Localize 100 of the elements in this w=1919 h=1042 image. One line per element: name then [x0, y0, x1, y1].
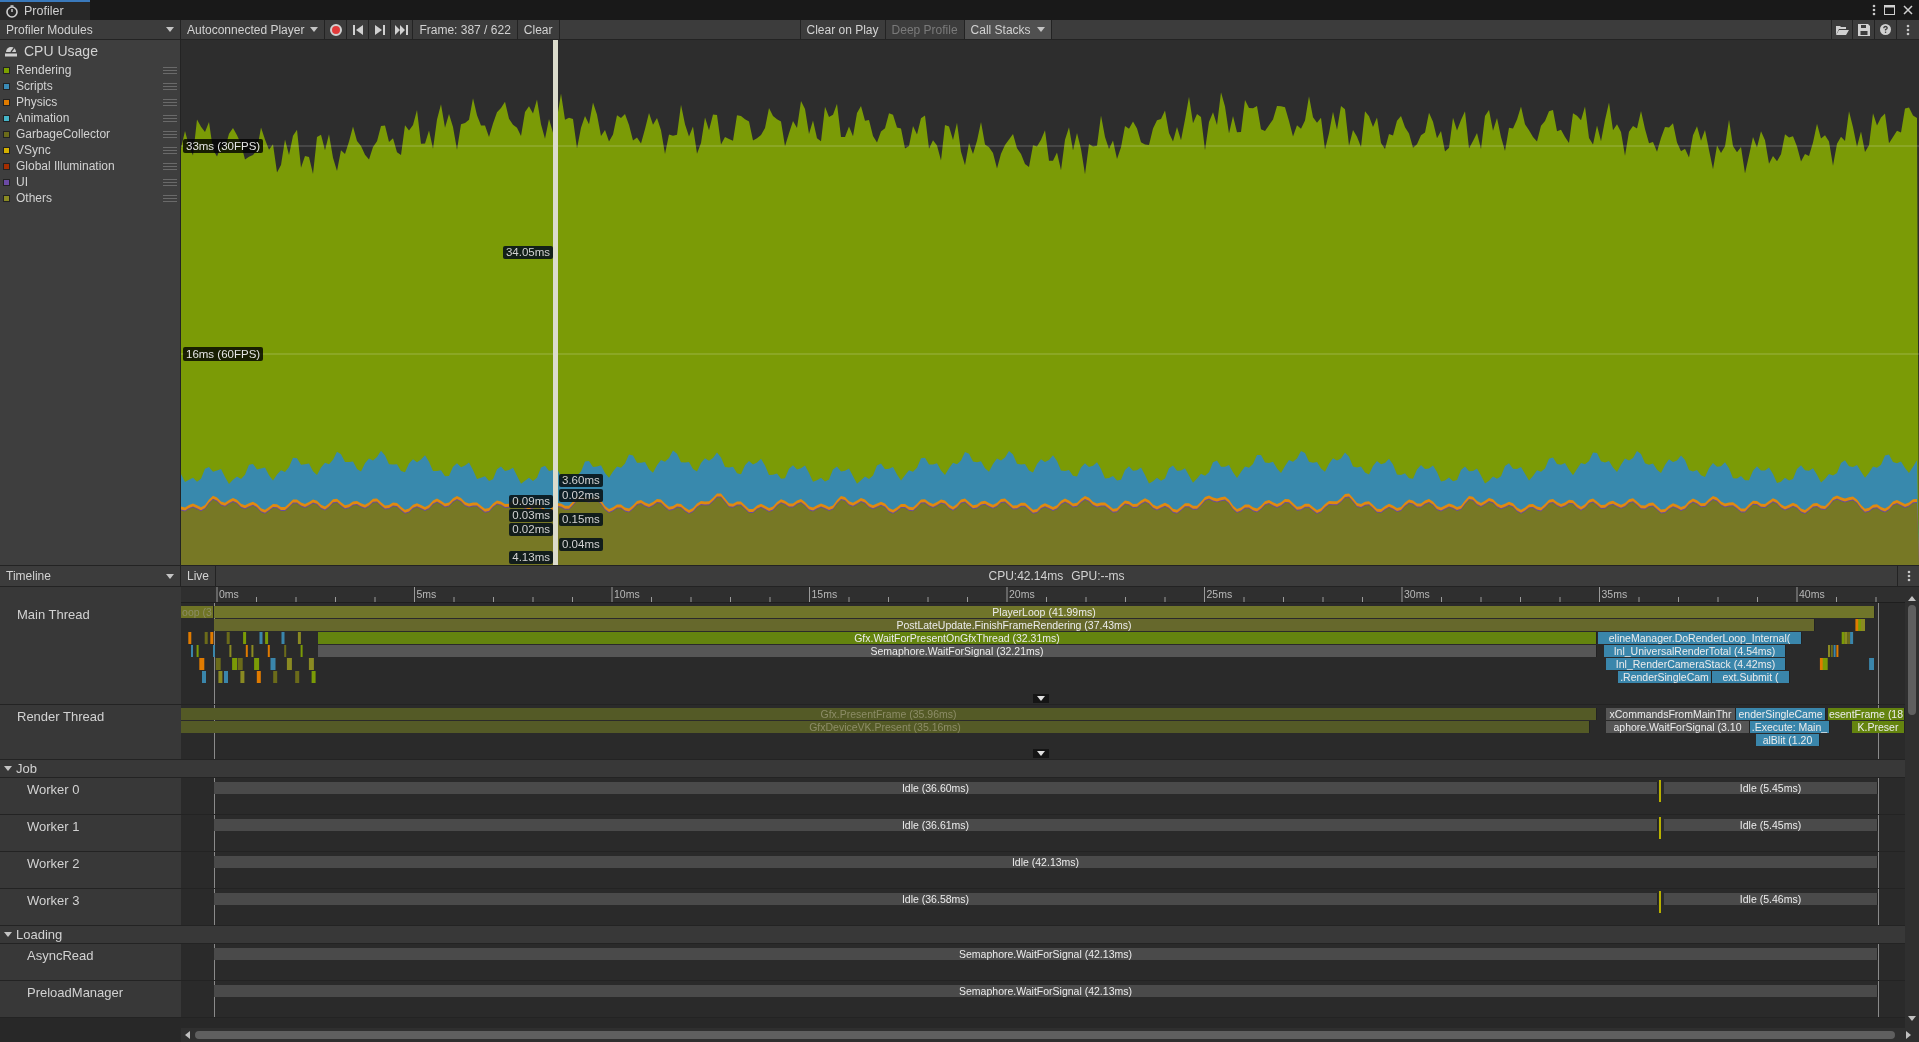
stopwatch-icon — [6, 4, 20, 18]
thread-name: Worker 0 — [27, 782, 80, 797]
sample-bar[interactable]: Idle (42.13ms) — [214, 856, 1878, 868]
toggle-button[interactable]: Call Stacks — [964, 20, 1052, 39]
thread-name: AsyncRead — [27, 948, 94, 963]
legend-label[interactable]: Physics — [16, 95, 58, 109]
sample-bar[interactable]: Idle (36.61ms) — [214, 819, 1658, 831]
caret-icon — [166, 27, 174, 32]
more-menu-icon — [1906, 23, 1910, 36]
sample-bar[interactable]: Idle (36.58ms) — [214, 893, 1658, 905]
legend-label[interactable]: Global Illumination — [16, 159, 115, 173]
caret-icon — [310, 27, 319, 32]
sample-bar[interactable]: Idle (5.45ms) — [1664, 819, 1878, 831]
caret-icon — [4, 932, 12, 937]
cursor-value-label: 0.09ms — [509, 495, 553, 508]
expand-icon[interactable] — [1033, 749, 1049, 758]
sample-bar[interactable]: Semaphore.WaitForSignal (42.13ms) — [214, 948, 1878, 960]
sample-bar[interactable]: Idle (5.46ms) — [1664, 893, 1878, 905]
sample-bar[interactable]: esentFrame (18 — [1828, 708, 1905, 720]
cursor-value-label: 4.13ms — [509, 551, 553, 564]
cursor-value-label: 0.04ms — [559, 538, 603, 551]
thread-name: Worker 1 — [27, 819, 80, 834]
reference-line-label: 33ms (30FPS) — [183, 139, 264, 153]
ruler-label: 5ms — [416, 588, 437, 600]
sample-bar[interactable]: .RenderSingleCam — [1618, 671, 1712, 683]
legend-label[interactable]: GarbageCollector — [16, 127, 111, 141]
thread-name: Render Thread — [17, 709, 105, 724]
cursor-value-label: 0.02ms — [509, 523, 553, 536]
drag-handle-icon[interactable] — [163, 66, 177, 74]
thread-group[interactable]: Job — [0, 760, 1905, 778]
cursor-value-label: 3.60ms — [559, 474, 603, 487]
window-tab[interactable]: Profiler — [0, 0, 90, 20]
sample-slivers-drawing — [1818, 619, 1874, 671]
module-title: CPU Usage — [24, 43, 98, 59]
sample-bar[interactable]: PostLateUpdate.FinishFrameRendering (37.43ms) — [214, 619, 1815, 631]
expand-icon[interactable] — [1033, 694, 1049, 703]
drag-handle-icon[interactable] — [163, 178, 177, 186]
cursor-value-label: 0.03ms — [509, 509, 553, 522]
more-menu-icon — [1906, 570, 1911, 582]
cpu-time: CPU:42.14ms — [988, 569, 1064, 583]
ruler-label: 30ms — [1404, 588, 1430, 600]
legend-label[interactable]: Others — [16, 191, 52, 205]
vertical-scrollbar[interactable] — [1905, 587, 1919, 1028]
more-menu-icon[interactable] — [1872, 4, 1876, 16]
drag-handle-icon[interactable] — [163, 130, 177, 138]
sample-bar[interactable]: ext.Submit ( — [1712, 671, 1790, 683]
thread-name: PreloadManager — [27, 985, 124, 1000]
sample-bar[interactable]: alBlit (1.20 — [1756, 734, 1820, 746]
close-icon[interactable] — [1903, 5, 1913, 15]
sample-bar[interactable]: .Execute: Main_ — [1750, 721, 1830, 733]
gpu-time: GPU:--ms — [1071, 569, 1125, 583]
cursor-value-label: 34.05ms — [502, 246, 553, 259]
reference-line-label: 16ms (60FPS) — [183, 347, 264, 361]
drag-handle-icon[interactable] — [163, 98, 177, 106]
thread-name: Main Thread — [17, 607, 90, 622]
sample-bar[interactable]: aphore.WaitForSignal (3.10 — [1606, 721, 1750, 733]
sample-bar[interactable]: Idle (36.60ms) — [214, 782, 1658, 794]
sample-bar[interactable]: PlayerLoop (41.99ms) — [214, 606, 1875, 618]
legend-label[interactable]: UI — [16, 175, 28, 189]
ruler-label: 40ms — [1799, 588, 1825, 600]
legend-label[interactable]: VSync — [16, 143, 51, 157]
drag-handle-icon[interactable] — [163, 82, 177, 90]
job-marker — [1659, 891, 1661, 913]
skip-back-icon — [352, 24, 363, 35]
legend-label[interactable]: Animation — [16, 111, 70, 125]
sample-bar[interactable]: Semaphore.WaitForSignal (32.21ms) — [318, 645, 1597, 657]
ruler-label: 15ms — [811, 588, 838, 600]
sample-bar[interactable]: K.Preser — [1852, 721, 1905, 733]
sample-bar[interactable]: Semaphore.WaitForSignal (42.13ms) — [214, 985, 1878, 997]
legend-label[interactable]: Scripts — [16, 79, 53, 93]
ruler-label: 25ms — [1206, 588, 1233, 600]
thread-group[interactable]: Loading — [0, 926, 1905, 944]
thread-name: Worker 3 — [27, 893, 80, 908]
drag-handle-icon[interactable] — [163, 146, 177, 154]
ruler-label: 10ms — [614, 588, 640, 600]
step-forward-icon — [374, 24, 385, 35]
sample-bar[interactable]: Gfx.WaitForPresentOnGfxThread (32.31ms) — [318, 632, 1597, 644]
sample-bar[interactable]: xCommandsFromMainThr — [1606, 708, 1736, 720]
ruler-label: 20ms — [1009, 588, 1035, 600]
cursor-value-label: 0.02ms — [559, 489, 603, 502]
caret-icon — [4, 766, 12, 771]
skip-forward-icon — [395, 24, 409, 35]
sample-bar[interactable]: enderSingleCame — [1736, 708, 1826, 720]
drag-handle-icon[interactable] — [163, 194, 177, 202]
load-icon[interactable] — [1831, 20, 1853, 39]
legend-label[interactable]: Rendering — [16, 63, 72, 77]
sample-bar[interactable]: Idle (5.45ms) — [1664, 782, 1878, 794]
drag-handle-icon[interactable] — [163, 114, 177, 122]
ruler-label: 0ms — [219, 588, 239, 600]
sample-bar[interactable]: elineManager.DoRenderLoop_Internal( — [1598, 632, 1802, 644]
sample-bar[interactable]: Inl_UniversalRenderTotal (4.54ms) — [1604, 645, 1786, 657]
sample-bar[interactable]: Inl_RenderCameraStack (4.42ms) — [1606, 658, 1786, 670]
job-marker — [1659, 817, 1661, 839]
drag-handle-icon[interactable] — [163, 162, 177, 170]
maximize-icon[interactable] — [1884, 5, 1895, 15]
cursor-value-label: 0.15ms — [559, 513, 603, 526]
cpu-icon — [4, 45, 18, 57]
job-marker — [1659, 780, 1661, 802]
horizontal-scrollbar[interactable] — [181, 1028, 1919, 1042]
caret-icon — [1036, 27, 1045, 32]
